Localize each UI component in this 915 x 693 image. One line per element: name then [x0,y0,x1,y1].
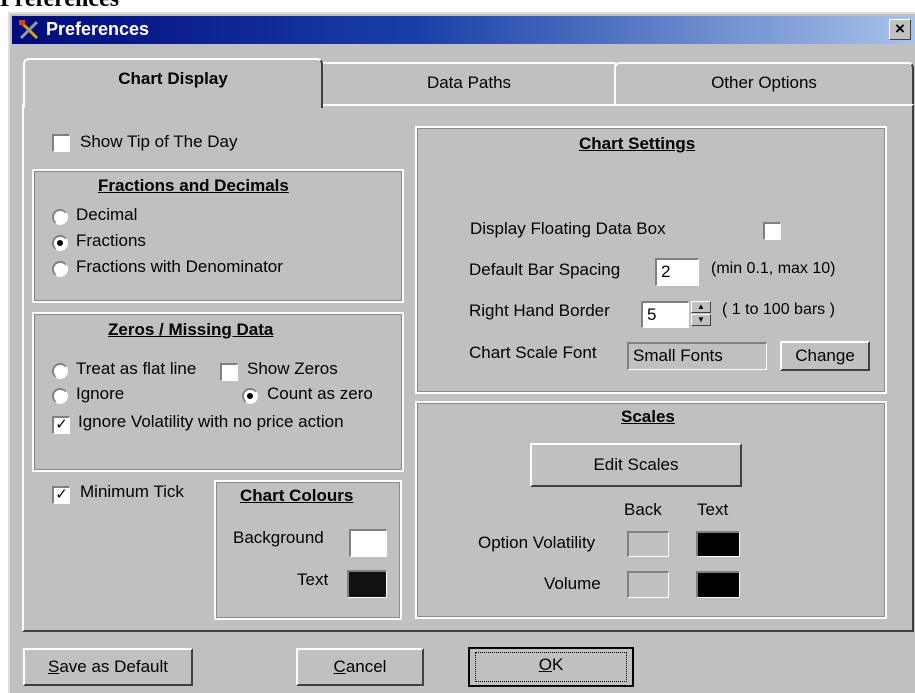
count-zero-label: Count as zero [267,384,373,403]
tab-data-paths[interactable]: Data Paths [319,62,619,104]
save-mnemonic: S [47,657,60,676]
text-colour-swatch[interactable] [347,570,387,598]
volume-back-swatch[interactable] [627,571,669,598]
count-zero-radio[interactable] [242,388,258,404]
show-tip-label: Show Tip of The Day [80,132,238,151]
fractions-label: Fractions [76,231,146,250]
ignore-volatility-checkbox[interactable]: ✓ [52,416,70,434]
show-tip-checkbox[interactable] [52,134,70,152]
bar-spacing-hint: (min 0.1, max 10) [711,260,836,277]
minimum-tick-label: Minimum Tick [80,482,184,501]
treat-flat-radio[interactable] [52,363,68,379]
chart-scale-font-field: Small Fonts [627,342,767,370]
scales-title: Scales [621,407,675,426]
close-button[interactable]: × [889,19,911,40]
volume-text-swatch[interactable] [696,571,740,598]
ignore-radio[interactable] [52,388,68,404]
right-hand-border-hint: ( 1 to 100 bars ) [722,301,835,318]
fractions-denominator-label: Fractions with Denominator [76,257,283,276]
background-colour-label: Background [233,528,324,547]
cancel-mnemonic: C [333,657,346,676]
save-as-default-button[interactable]: Save as Default [23,648,193,686]
tab-other-options[interactable]: Other Options [614,62,914,104]
option-volatility-back-swatch[interactable] [627,531,669,557]
title-bar[interactable]: Preferences × [12,16,915,44]
ignore-volatility-label: Ignore Volatility with no price action [78,412,344,431]
fractions-denominator-radio[interactable] [52,261,68,277]
background-colour-swatch[interactable] [349,529,387,557]
show-zeros-label: Show Zeros [247,359,338,378]
minimum-tick-checkbox[interactable]: ✓ [52,486,70,504]
save-label-rest: ave as Default [59,657,169,676]
cancel-button[interactable]: Cancel [296,648,424,686]
treat-flat-label: Treat as flat line [76,359,197,378]
right-hand-border-input[interactable]: 5 [641,301,689,328]
text-header: Text [697,500,729,519]
bar-spacing-input[interactable]: 2 [655,258,699,286]
change-font-button[interactable]: Change [780,341,870,371]
preferences-dialog: Preferences × Chart Display Data Paths O… [8,12,915,693]
floating-data-box-label: Display Floating Data Box [470,219,666,238]
decimal-radio[interactable] [52,209,68,225]
chart-colours-title: Chart Colours [240,486,354,505]
show-zeros-checkbox[interactable] [220,363,238,381]
edit-scales-button[interactable]: Edit Scales [530,443,742,487]
ignore-label: Ignore [76,384,125,403]
back-header: Back [624,500,662,519]
fractions-group-title: Fractions and Decimals [98,176,289,195]
volume-label: Volume [544,574,601,593]
chart-settings-title: Chart Settings [579,134,696,153]
ok-focus-rect [475,652,627,682]
window-title: Preferences [46,19,150,39]
tools-icon [19,20,39,40]
zeros-group-title: Zeros / Missing Data [108,320,274,339]
fractions-radio[interactable] [52,235,68,251]
spin-up-icon[interactable]: ▲ [691,301,711,313]
decimal-label: Decimal [76,205,138,224]
floating-data-box-checkbox[interactable] [763,222,781,240]
bar-spacing-label: Default Bar Spacing [469,260,621,279]
text-colour-label: Text [297,570,329,589]
chart-scale-font-label: Chart Scale Font [469,343,597,362]
spin-down-icon[interactable]: ▼ [691,314,711,326]
option-volatility-label: Option Volatility [478,533,596,552]
right-hand-border-label: Right Hand Border [469,301,610,320]
tab-chart-display[interactable]: Chart Display [23,58,323,108]
option-volatility-text-swatch[interactable] [696,531,740,557]
cancel-label-rest: ancel [345,657,387,676]
ok-button[interactable]: OK [468,647,634,687]
